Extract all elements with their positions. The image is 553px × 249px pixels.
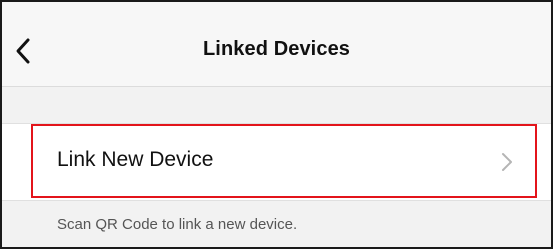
navigation-bar: Linked Devices xyxy=(2,2,551,87)
section-spacer xyxy=(2,87,551,123)
link-new-device-label: Link New Device xyxy=(57,148,214,171)
linked-devices-screen: Linked Devices Link New Device Scan QR C… xyxy=(0,0,553,249)
link-device-hint: Scan QR Code to link a new device. xyxy=(57,216,298,233)
chevron-right-icon xyxy=(501,152,513,172)
page-title: Linked Devices xyxy=(202,38,351,60)
